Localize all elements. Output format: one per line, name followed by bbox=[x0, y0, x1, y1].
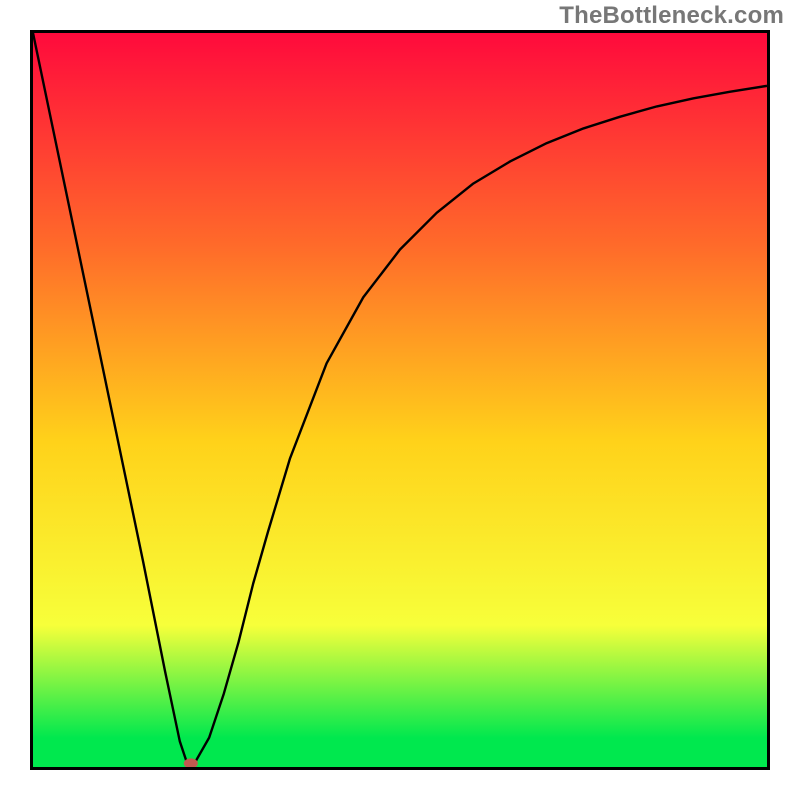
watermark-text: TheBottleneck.com bbox=[559, 2, 784, 30]
gradient-background bbox=[33, 33, 767, 738]
chart-frame: TheBottleneck.com bbox=[0, 0, 800, 800]
plot-area bbox=[30, 30, 770, 770]
plot-svg bbox=[33, 33, 767, 767]
